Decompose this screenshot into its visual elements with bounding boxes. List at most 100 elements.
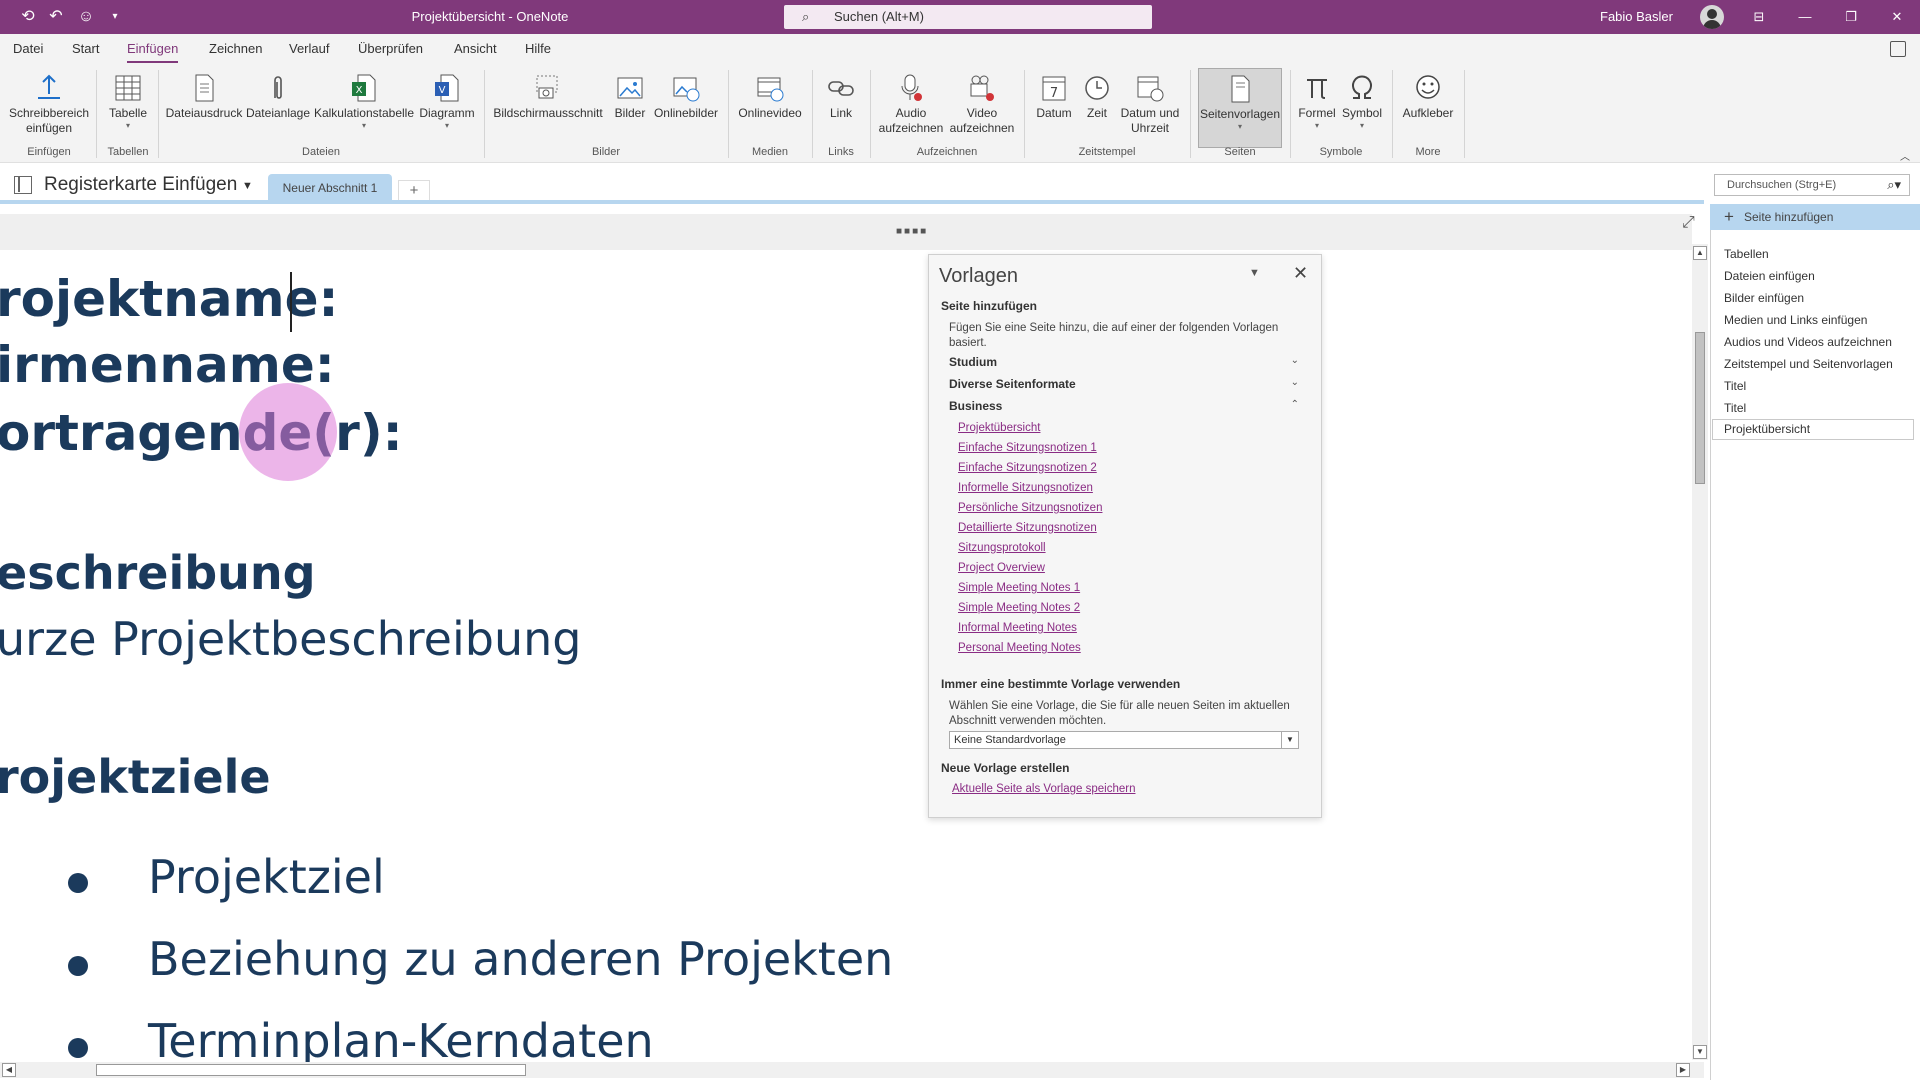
menu-einfuegen[interactable]: Einfügen: [127, 41, 179, 63]
save-as-template-link[interactable]: Aktuelle Seite als Vorlage speichern: [952, 783, 1135, 795]
page-line-projektziele[interactable]: rojektziele: [0, 750, 271, 804]
list-item[interactable]: Projektziel: [148, 850, 385, 904]
page-item[interactable]: Tabellen: [1724, 247, 1769, 261]
user-name[interactable]: Fabio Basler: [1600, 9, 1673, 24]
vertical-scroll-thumb[interactable]: [1695, 332, 1705, 484]
diagram-button[interactable]: V Diagramm ▾: [416, 68, 478, 148]
page-line-vortragende[interactable]: ortragende(r):: [0, 404, 403, 462]
undo-icon[interactable]: ↶: [46, 7, 66, 27]
emoji-icon[interactable]: ☺: [76, 7, 96, 27]
default-template-select[interactable]: Keine Standardvorlage ▼: [949, 731, 1299, 749]
scroll-down-icon[interactable]: ▼: [1693, 1045, 1707, 1059]
page-item[interactable]: Medien und Links einfügen: [1724, 313, 1867, 327]
template-link[interactable]: Einfache Sitzungsnotizen 1: [958, 442, 1097, 454]
template-link[interactable]: Detaillierte Sitzungsnotizen: [958, 522, 1097, 534]
page-line-projektname[interactable]: rojektname:: [0, 270, 339, 328]
link-button[interactable]: Link: [818, 68, 864, 148]
scroll-up-icon[interactable]: ▲: [1693, 246, 1707, 260]
list-item[interactable]: Beziehung zu anderen Projekten: [148, 932, 893, 986]
back-icon[interactable]: ⟲: [18, 7, 38, 27]
record-video-button[interactable]: Video aufzeichnen: [946, 68, 1018, 148]
template-link[interactable]: Simple Meeting Notes 2: [958, 602, 1080, 614]
date-time-button[interactable]: Datum und Uhrzeit: [1116, 68, 1184, 148]
group-separator: [484, 70, 485, 158]
menu-zeichnen[interactable]: Zeichnen: [209, 41, 262, 56]
category-studium[interactable]: Studium ⌄: [949, 355, 1299, 369]
page-item[interactable]: Zeitstempel und Seitenvorlagen: [1724, 357, 1893, 371]
template-link[interactable]: Project Overview: [958, 562, 1045, 574]
page-canvas[interactable]: rojektname: irmenname: ortragende(r): es…: [0, 250, 1692, 1064]
template-link[interactable]: Informal Meeting Notes: [958, 622, 1077, 634]
equation-button[interactable]: Formel ▾: [1296, 68, 1338, 148]
table-button[interactable]: Tabelle ▾: [104, 68, 152, 148]
screen-clipping-button[interactable]: Bildschirmausschnitt: [490, 68, 606, 148]
date-button[interactable]: 7 Datum: [1032, 68, 1076, 148]
page-line-beschreibung[interactable]: eschreibung: [0, 546, 316, 600]
time-button[interactable]: Zeit: [1080, 68, 1114, 148]
collapse-ribbon-icon[interactable]: ︿: [1900, 148, 1910, 163]
template-link[interactable]: Projektübersicht: [958, 422, 1040, 434]
page-item-selected[interactable]: Projektübersicht: [1712, 419, 1914, 440]
template-link[interactable]: Personal Meeting Notes: [958, 642, 1081, 654]
ribbon-display-icon[interactable]: ⊟: [1744, 5, 1774, 29]
online-pictures-button[interactable]: Onlinebilder: [650, 68, 722, 148]
notebook-search-input[interactable]: Durchsuchen (Strg+E) ⌕▾: [1714, 174, 1910, 196]
pane-options-icon[interactable]: ▼: [1249, 267, 1260, 279]
page-item[interactable]: Dateien einfügen: [1724, 269, 1815, 283]
chevron-down-icon[interactable]: ▼: [242, 180, 253, 192]
vertical-scrollbar[interactable]: [1692, 244, 1708, 1060]
section-tab[interactable]: Neuer Abschnitt 1: [268, 174, 392, 202]
template-link[interactable]: Simple Meeting Notes 1: [958, 582, 1080, 594]
template-link[interactable]: Einfache Sitzungsnotizen 2: [958, 462, 1097, 474]
menu-verlauf[interactable]: Verlauf: [289, 41, 329, 56]
page-templates-button[interactable]: Seitenvorlagen ▾: [1198, 68, 1282, 148]
restore-icon[interactable]: ❐: [1836, 5, 1866, 29]
record-audio-button[interactable]: Audio aufzeichnen: [876, 68, 946, 148]
menu-datei[interactable]: Datei: [13, 41, 43, 56]
category-diverse[interactable]: Diverse Seitenformate ⌄: [949, 377, 1299, 391]
category-business[interactable]: Business ⌃: [949, 399, 1299, 413]
page-item[interactable]: Audios und Videos aufzeichnen: [1724, 335, 1892, 349]
file-printout-button[interactable]: Dateiausdruck: [164, 68, 244, 148]
scroll-right-icon[interactable]: ▶: [1676, 1063, 1690, 1077]
file-attachment-button[interactable]: Dateianlage: [244, 68, 312, 148]
search-bar[interactable]: ⌕ Suchen (Alt+M): [784, 5, 1152, 29]
spreadsheet-button[interactable]: X Kalkulationstabelle ▾: [312, 68, 416, 148]
close-icon[interactable]: ✕: [1293, 263, 1308, 284]
insert-space-button[interactable]: Schreibbereich einfügen: [6, 68, 92, 148]
pictures-button[interactable]: Bilder: [608, 68, 652, 148]
fullscreen-icon[interactable]: ⤢: [1682, 214, 1695, 232]
insert-space-label: Schreibbereich: [8, 106, 90, 120]
avatar[interactable]: [1700, 5, 1724, 29]
symbol-button[interactable]: Symbol ▾: [1338, 68, 1386, 148]
page-line-kurzbeschreibung[interactable]: urze Projektbeschreibung: [0, 612, 581, 666]
online-video-button[interactable]: Onlinevideo: [734, 68, 806, 148]
notebook-name[interactable]: Registerkarte Einfügen: [44, 174, 237, 196]
horizontal-scroll-thumb[interactable]: [96, 1064, 526, 1076]
chevron-down-icon: ⌄: [1290, 377, 1299, 388]
immersive-reader-icon[interactable]: [1890, 41, 1906, 57]
menu-ansicht[interactable]: Ansicht: [454, 41, 497, 56]
menu-ueberpruefen[interactable]: Überprüfen: [358, 41, 423, 56]
template-link[interactable]: Persönliche Sitzungsnotizen: [958, 502, 1102, 514]
file-attachment-label: Dateianlage: [245, 106, 311, 120]
template-link[interactable]: Sitzungsprotokoll: [958, 542, 1046, 554]
page-item[interactable]: Titel: [1724, 401, 1746, 415]
menu-hilfe[interactable]: Hilfe: [525, 41, 551, 56]
page-item[interactable]: Titel: [1724, 379, 1746, 393]
group-label-bilder: Bilder: [591, 146, 621, 158]
group-separator: [1290, 70, 1291, 158]
scroll-left-icon[interactable]: ◀: [2, 1063, 16, 1077]
add-page-button[interactable]: + Seite hinzufügen: [1710, 204, 1920, 230]
menu-start[interactable]: Start: [72, 41, 99, 56]
add-section-button[interactable]: +: [398, 180, 430, 201]
page-item[interactable]: Bilder einfügen: [1724, 291, 1804, 305]
list-item[interactable]: Terminplan-Kerndaten: [148, 1014, 654, 1064]
minimize-icon[interactable]: —: [1790, 5, 1820, 29]
sticker-button[interactable]: Aufkleber: [1398, 68, 1458, 148]
template-link[interactable]: Informelle Sitzungsnotizen: [958, 482, 1093, 494]
drag-handle-icon[interactable]: ■■■■: [896, 226, 928, 237]
horizontal-scrollbar[interactable]: [0, 1062, 1704, 1078]
close-icon[interactable]: ✕: [1882, 5, 1912, 29]
customize-qat-icon[interactable]: ▾: [105, 7, 125, 27]
